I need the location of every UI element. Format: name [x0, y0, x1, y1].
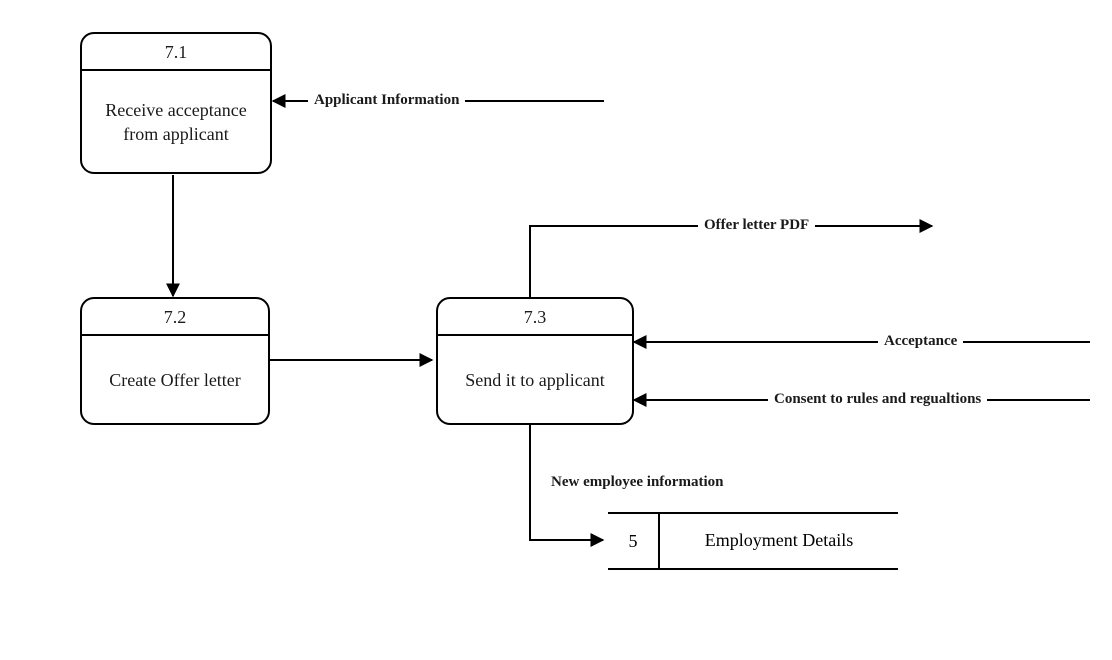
process-id: 7.2 — [82, 299, 268, 336]
flow-label-new-emp: New employee information — [545, 474, 729, 491]
flow-label-acceptance: Acceptance — [878, 333, 963, 350]
process-name: Receive acceptance from applicant — [82, 71, 270, 173]
datastore-5: 5 Employment Details — [608, 512, 898, 570]
flow-label-offer-pdf: Offer letter PDF — [698, 217, 815, 234]
process-7-2: 7.2 Create Offer letter — [80, 297, 270, 425]
datastore-id: 5 — [608, 514, 660, 568]
process-name: Create Offer letter — [82, 336, 268, 424]
datastore-name: Employment Details — [660, 514, 898, 568]
flow-label-consent: Consent to rules and regualtions — [768, 391, 987, 408]
process-id: 7.1 — [82, 34, 270, 71]
process-7-1: 7.1 Receive acceptance from applicant — [80, 32, 272, 174]
process-7-3: 7.3 Send it to applicant — [436, 297, 634, 425]
flow-label-applicant-info: Applicant Information — [308, 92, 465, 109]
process-name: Send it to applicant — [438, 336, 632, 424]
process-id: 7.3 — [438, 299, 632, 336]
